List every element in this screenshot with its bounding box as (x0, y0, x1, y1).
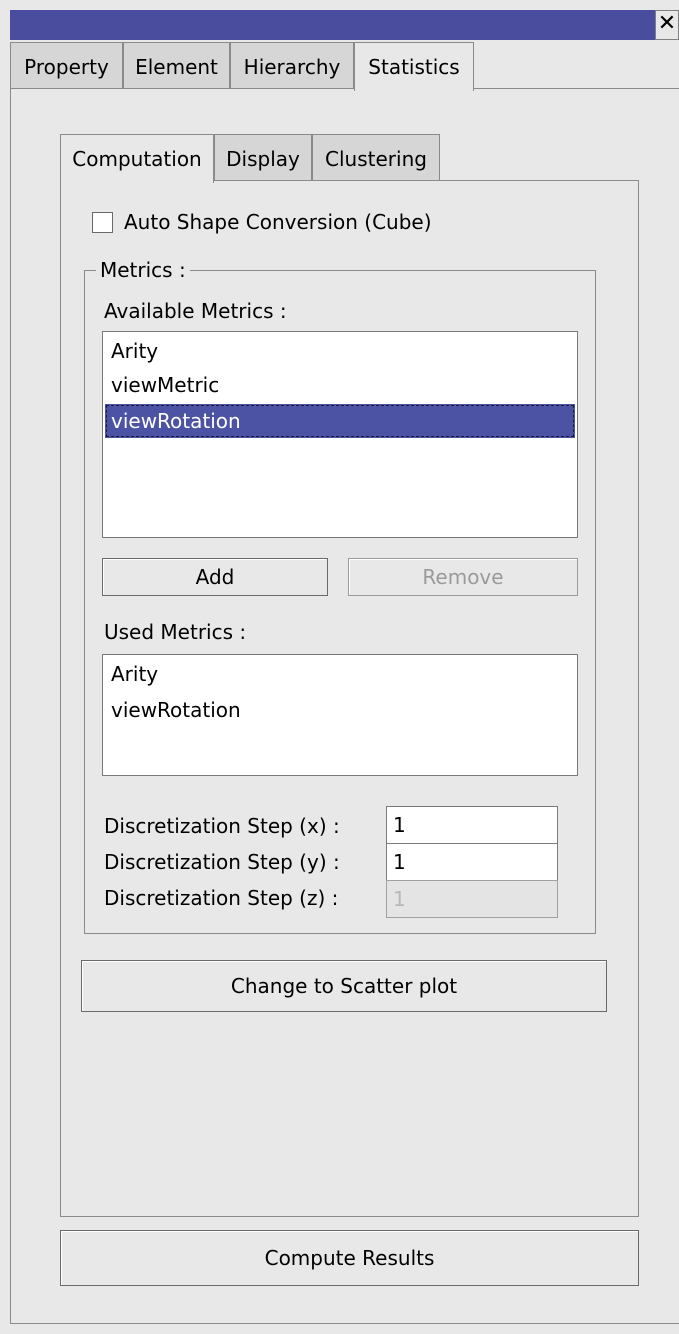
tab-property[interactable]: Property (10, 42, 123, 89)
close-icon[interactable]: ✕ (655, 10, 679, 40)
step-y-input[interactable]: 1 (386, 843, 558, 881)
list-item[interactable]: Arity (105, 657, 575, 691)
list-item[interactable]: viewRotation (105, 693, 575, 727)
available-metrics-label: Available Metrics : (104, 299, 287, 323)
available-metrics-list[interactable]: Arity viewMetric viewRotation (102, 331, 578, 538)
list-item[interactable]: Arity (105, 334, 575, 368)
used-metrics-list[interactable]: Arity viewRotation (102, 654, 578, 776)
step-z-label: Discretization Step (z) : (104, 886, 339, 910)
add-button[interactable]: Add (102, 558, 328, 596)
tab-display[interactable]: Display (214, 134, 312, 181)
auto-shape-label[interactable]: Auto Shape Conversion (Cube) (124, 208, 432, 236)
list-item-selected[interactable]: viewRotation (105, 404, 575, 438)
scatter-plot-button[interactable]: Change to Scatter plot (81, 960, 607, 1012)
metrics-group-label: Metrics : (96, 257, 190, 283)
auto-shape-checkbox[interactable] (92, 212, 113, 233)
compute-results-button[interactable]: Compute Results (60, 1230, 639, 1286)
title-bar[interactable] (10, 10, 655, 40)
tab-hierarchy[interactable]: Hierarchy (230, 42, 354, 89)
tab-element[interactable]: Element (123, 42, 230, 89)
step-y-label: Discretization Step (y) : (104, 850, 340, 874)
remove-button[interactable]: Remove (348, 558, 578, 596)
statistics-window: ✕ Property Element Hierarchy Statistics … (0, 0, 679, 1334)
step-x-label: Discretization Step (x) : (104, 814, 340, 838)
tab-clustering[interactable]: Clustering (312, 134, 440, 181)
step-x-input[interactable]: 1 (386, 806, 558, 844)
tab-computation[interactable]: Computation (60, 134, 214, 183)
step-z-input: 1 (386, 880, 558, 918)
used-metrics-label: Used Metrics : (104, 620, 247, 644)
list-item[interactable]: viewMetric (105, 368, 575, 402)
tab-statistics[interactable]: Statistics (354, 42, 474, 91)
